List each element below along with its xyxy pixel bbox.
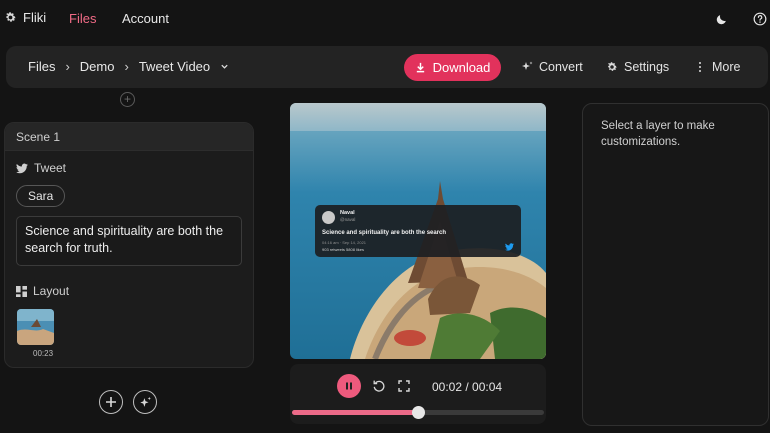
tweet-label: Tweet [34,161,67,175]
moon-icon[interactable] [713,11,729,27]
brand[interactable]: Fliki [4,10,46,25]
sparkle-icon [522,61,533,70]
tweet-timestamp: 04:16 am · Sep 14, 2021 [322,240,367,245]
help-icon[interactable] [752,11,768,27]
download-icon [416,62,424,73]
player-controls: 00:02 / 00:04 [290,364,546,424]
add-scene-button[interactable] [99,390,123,414]
tweet-avatar [322,211,335,224]
breadcrumb-files[interactable]: Files [28,59,55,74]
twitter-icon [505,243,514,251]
more-label: More [712,60,741,74]
breadcrumb: Files › Demo › Tweet Video [28,59,229,74]
tweet-overlay-text: Science and spirituality are both the se… [322,230,447,236]
layout-duration: 00:23 [33,349,54,358]
breadcrumb-demo[interactable]: Demo [80,59,115,74]
ai-add-scene-button[interactable] [133,390,157,414]
nav-files[interactable]: Files [69,11,96,26]
layout-label: Layout [33,284,70,298]
convert-button[interactable]: Convert [521,60,583,74]
chevron-right-icon: › [65,59,70,74]
gear-icon [608,62,617,71]
scene-card[interactable]: Scene 1 Tweet Sara Science and spiritual… [4,122,254,368]
play-pause-button[interactable] [337,374,361,398]
chevron-down-icon[interactable] [220,62,229,71]
chevron-right-icon: › [124,59,129,74]
fullscreen-icon[interactable] [396,378,412,394]
more-button[interactable]: More [694,60,740,74]
add-scene-above-button[interactable]: + [120,92,135,107]
tweet-author-name: Naval [340,210,355,216]
nav-account[interactable]: Account [122,11,169,26]
layout-section-label: Layout [16,284,69,298]
properties-hint: Select a layer to make customizations. [601,120,715,148]
brand-name: Fliki [23,10,47,25]
timeline-handle[interactable] [412,406,425,419]
layout-thumbnail[interactable] [17,309,54,345]
time-readout: 00:02 / 00:04 [432,380,503,394]
video-preview[interactable]: Naval @naval Science and spirituality ar… [290,103,546,359]
convert-label: Convert [539,60,583,74]
sparkle-icon [139,396,151,407]
timeline-slider[interactable] [292,406,544,419]
settings-label: Settings [624,60,670,74]
replay-icon[interactable] [371,378,387,394]
plus-icon [106,397,116,407]
tweet-text-input[interactable]: Science and spirituality are both the se… [16,216,242,266]
more-vertical-icon [699,62,701,72]
speaker-chip[interactable]: Sara [16,185,66,207]
gear-icon [6,12,16,22]
download-button[interactable]: Download [404,54,501,81]
twitter-icon [16,163,28,173]
tweet-author-handle: @naval [340,217,356,222]
download-label: Download [432,60,491,75]
pause-icon [346,382,352,390]
editor-toolbar: Files › Demo › Tweet Video Download Conv… [6,46,768,88]
layout-grid-icon [16,285,27,297]
properties-panel: Select a layer to make customizations. [582,103,769,426]
tweet-overlay[interactable]: Naval @naval Science and spirituality ar… [315,205,521,257]
timeline-progress [292,410,418,415]
scene-title: Scene 1 [5,123,253,151]
top-navigation: Fliki Files Account [0,0,770,38]
tweet-stats: 903 retweets 5808 likes [322,247,365,252]
breadcrumb-project[interactable]: Tweet Video [139,59,210,74]
tweet-section-label: Tweet [16,161,66,175]
settings-button[interactable]: Settings [606,60,669,74]
